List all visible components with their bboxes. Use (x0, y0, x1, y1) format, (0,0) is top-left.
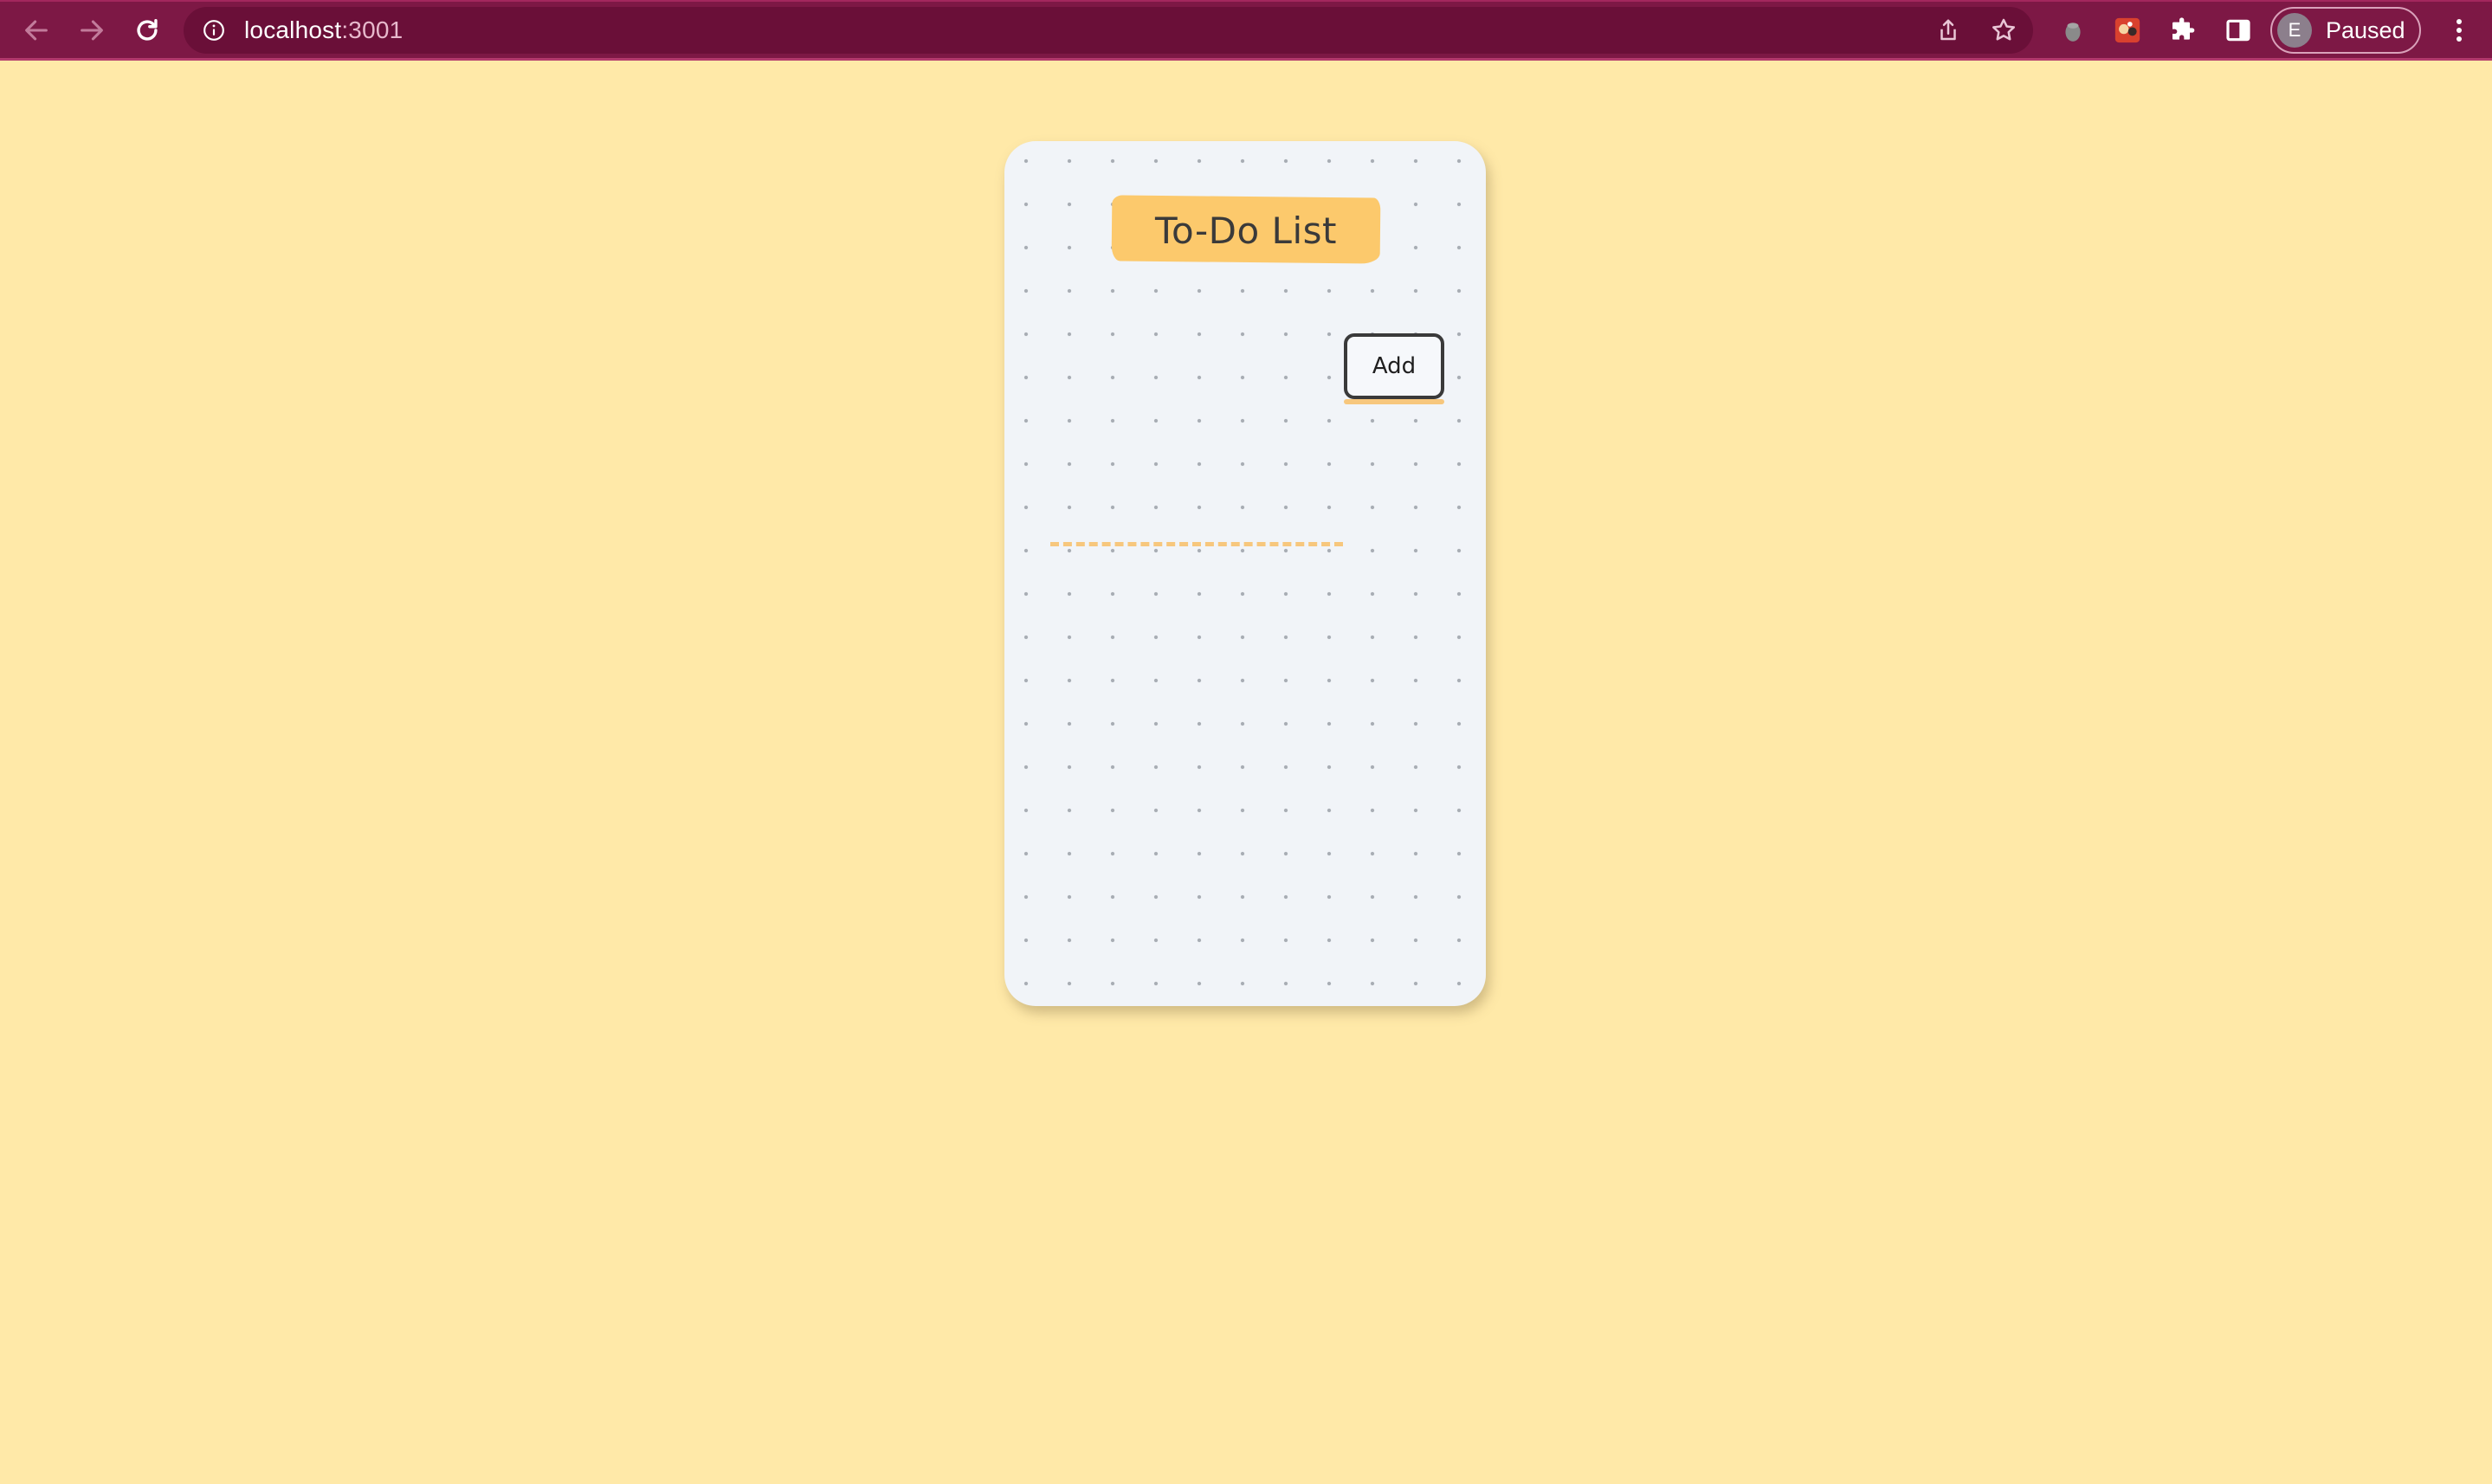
arrow-left-icon (25, 20, 48, 41)
reload-button[interactable] (126, 10, 168, 51)
side-panel-icon (2226, 19, 2250, 42)
todo-card: To-Do List Add (1004, 141, 1486, 1006)
page-title: To-Do List (1155, 210, 1337, 252)
arrow-right-icon (81, 20, 103, 41)
info-icon[interactable] (203, 19, 225, 42)
extensions-button[interactable] (2166, 13, 2200, 48)
browser-menu-button[interactable] (2442, 13, 2476, 48)
bookmark-button[interactable] (1990, 16, 2017, 44)
kebab-menu-icon (2456, 19, 2462, 42)
avatar: E (2277, 13, 2312, 48)
url-port: :3001 (341, 16, 403, 43)
reload-icon (137, 18, 158, 41)
profile-button[interactable]: E Paused (2270, 7, 2421, 54)
extension-icon (2114, 17, 2140, 43)
address-bar[interactable]: localhost:3001 (184, 7, 2033, 54)
forward-button[interactable] (71, 10, 113, 51)
back-button[interactable] (16, 10, 57, 51)
extension-icon (2065, 23, 2081, 42)
browser-toolbar: localhost:3001 E Paused (0, 0, 2492, 61)
url-host: localhost (244, 16, 342, 43)
profile-status: Paused (2326, 16, 2405, 43)
add-button[interactable]: Add (1344, 333, 1444, 399)
extension-button-1[interactable] (2056, 13, 2090, 48)
url-text[interactable]: localhost:3001 (244, 7, 403, 54)
puzzle-icon (2172, 17, 2195, 40)
add-button-underline (1344, 399, 1444, 404)
share-button[interactable] (1934, 16, 1962, 44)
star-icon (1992, 18, 2015, 41)
todo-input[interactable] (1050, 491, 1343, 546)
side-panel-button[interactable] (2221, 13, 2256, 48)
extension-button-2[interactable] (2110, 13, 2145, 48)
share-icon (1940, 19, 1956, 41)
